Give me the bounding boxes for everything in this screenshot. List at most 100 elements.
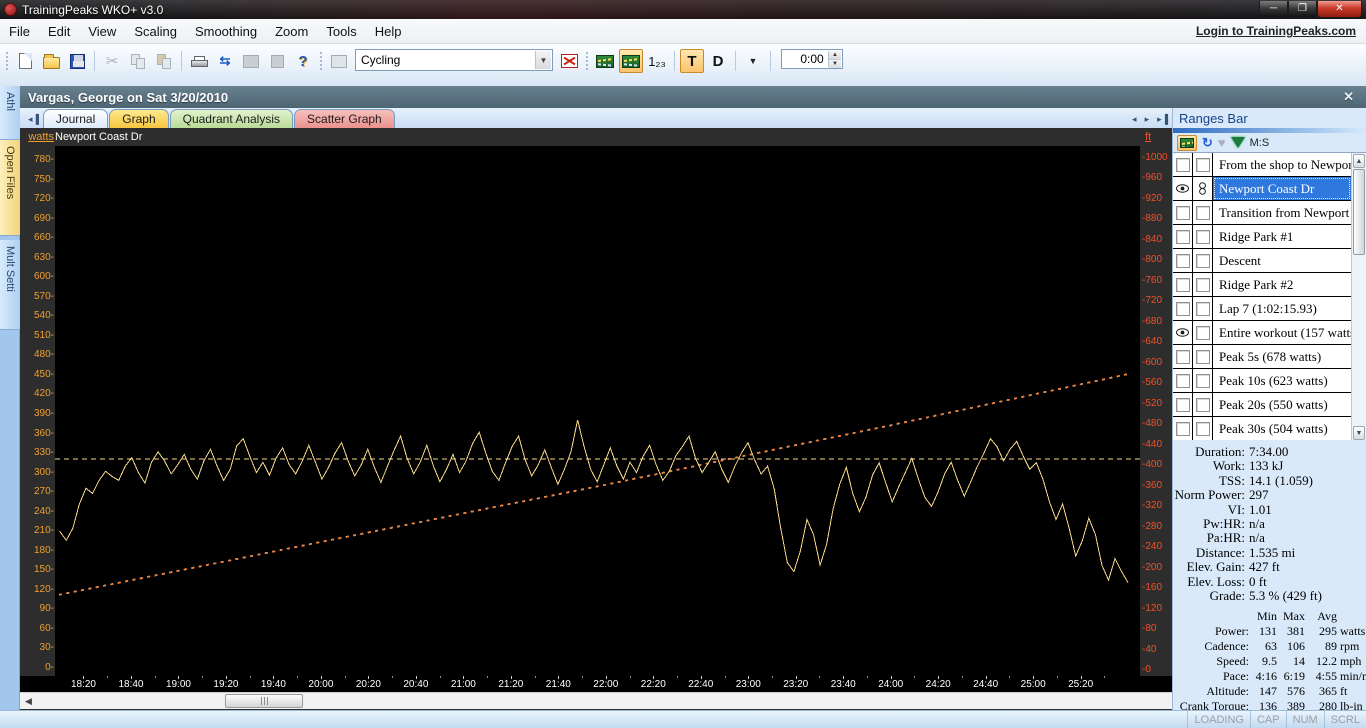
visibility-checkbox[interactable] <box>1175 277 1190 292</box>
scroll-up-arrow-icon[interactable]: ▲ <box>1353 154 1365 168</box>
document-close-button[interactable]: ✕ <box>1339 89 1358 105</box>
visibility-checkbox[interactable] <box>1175 205 1190 220</box>
heart-icon[interactable]: ♥ <box>1218 135 1226 150</box>
right-axis-title[interactable]: ft <box>1142 131 1172 143</box>
menu-edit[interactable]: Edit <box>39 21 79 42</box>
menu-help[interactable]: Help <box>366 21 411 42</box>
range-visible-cell[interactable] <box>1173 345 1193 368</box>
menu-zoom[interactable]: Zoom <box>266 21 317 42</box>
cut-button[interactable]: ✂ <box>100 49 124 73</box>
range-visible-cell[interactable] <box>1173 321 1193 344</box>
range-link-cell[interactable] <box>1193 153 1213 176</box>
link-checkbox[interactable] <box>1195 325 1210 340</box>
range-row[interactable]: Descent <box>1173 249 1351 273</box>
range-visible-cell[interactable] <box>1173 249 1193 272</box>
chart-plot-area[interactable] <box>55 146 1140 676</box>
range-link-cell[interactable] <box>1193 417 1213 440</box>
sidebar-tab-athl[interactable]: Athl <box>0 86 20 140</box>
graph-view-2-button[interactable] <box>619 49 643 73</box>
tab-journal[interactable]: Journal <box>42 109 109 128</box>
copy-button[interactable] <box>126 49 150 73</box>
tab-scroll-first-button[interactable]: ◂▐ <box>24 114 43 128</box>
maximize-button[interactable]: ❐ <box>1288 1 1317 18</box>
toolbar-grip[interactable] <box>4 50 9 72</box>
range-visible-cell[interactable] <box>1173 393 1193 416</box>
minimize-button[interactable]: ─ <box>1259 1 1288 18</box>
ranges-numbers-button[interactable]: 1₂₃ <box>645 49 669 73</box>
range-link-cell[interactable] <box>1193 225 1213 248</box>
range-visible-cell[interactable] <box>1173 201 1193 224</box>
sidebar-tab-mult-setti[interactable]: Mult Setti <box>0 240 20 330</box>
spinner-arrows[interactable]: ▲ ▼ <box>828 51 841 68</box>
refresh-icon[interactable]: ↻ <box>1202 135 1213 151</box>
range-link-cell[interactable] <box>1193 297 1213 320</box>
range-link-cell[interactable] <box>1193 345 1213 368</box>
range-row[interactable]: Peak 10s (623 watts) <box>1173 369 1351 393</box>
link-checkbox[interactable] <box>1195 229 1210 244</box>
chart-horizontal-scrollbar[interactable]: ◀ <box>20 692 1172 709</box>
range-row[interactable]: Entire workout (157 watts) <box>1173 321 1351 345</box>
delete-range-button[interactable] <box>557 49 581 73</box>
axis-options-dropdown[interactable]: ▼ <box>741 49 765 73</box>
ranges-graph-button[interactable] <box>1177 134 1197 151</box>
toolbar-grip[interactable] <box>584 50 589 72</box>
link-checkbox[interactable] <box>1195 421 1210 436</box>
range-visible-cell[interactable] <box>1173 417 1193 440</box>
range-link-cell[interactable] <box>1193 249 1213 272</box>
menu-tools[interactable]: Tools <box>317 21 365 42</box>
visibility-checkbox[interactable] <box>1175 349 1190 364</box>
scrollbar-thumb[interactable] <box>1353 169 1365 255</box>
visibility-checkbox[interactable] <box>1175 301 1190 316</box>
range-visible-cell[interactable] <box>1173 153 1193 176</box>
intervals-icon[interactable] <box>1230 137 1245 148</box>
range-link-cell[interactable] <box>1193 393 1213 416</box>
link-checkbox[interactable] <box>1195 349 1210 364</box>
range-link-cell[interactable] <box>1193 369 1213 392</box>
range-link-cell[interactable] <box>1193 201 1213 224</box>
range-link-cell[interactable] <box>1193 177 1213 200</box>
visibility-checkbox[interactable] <box>1175 421 1190 436</box>
distance-axis-button[interactable]: D <box>706 49 730 73</box>
range-visible-cell[interactable] <box>1173 177 1193 200</box>
link-checkbox[interactable] <box>1195 205 1210 220</box>
close-button[interactable]: ✕ <box>1317 1 1362 18</box>
menu-smoothing[interactable]: Smoothing <box>186 21 266 42</box>
visibility-checkbox[interactable] <box>1175 229 1190 244</box>
menu-scaling[interactable]: Scaling <box>125 21 186 42</box>
link-checkbox[interactable] <box>1195 253 1210 268</box>
link-checkbox[interactable] <box>1195 397 1210 412</box>
range-row[interactable]: From the shop to Newport <box>1173 153 1351 177</box>
login-link[interactable]: Login to TrainingPeaks.com <box>1196 24 1356 38</box>
tab-scroll-right-button[interactable]: ▸ <box>1141 114 1154 128</box>
tab-scroll-last-button[interactable]: ▸▐ <box>1153 114 1172 128</box>
range-visible-cell[interactable] <box>1173 297 1193 320</box>
range-row[interactable]: Peak 30s (504 watts) <box>1173 417 1351 440</box>
visibility-checkbox[interactable] <box>1175 397 1190 412</box>
tab-scatter-graph[interactable]: Scatter Graph <box>294 109 395 128</box>
range-row[interactable]: Newport Coast Dr <box>1173 177 1351 201</box>
sync-device-button[interactable]: ⇆ <box>213 49 237 73</box>
menu-view[interactable]: View <box>79 21 125 42</box>
left-axis-title[interactable]: watts <box>20 131 55 143</box>
range-visible-cell[interactable] <box>1173 273 1193 296</box>
range-row[interactable]: Peak 20s (550 watts) <box>1173 393 1351 417</box>
range-visible-cell[interactable] <box>1173 369 1193 392</box>
time-axis-button[interactable]: T <box>680 49 704 73</box>
tab-graph[interactable]: Graph <box>109 109 169 128</box>
sidebar-tab-open-files[interactable]: Open Files <box>0 140 20 236</box>
help-button[interactable]: ? <box>291 49 315 73</box>
range-row[interactable]: Ridge Park #1 <box>1173 225 1351 249</box>
visibility-checkbox[interactable] <box>1175 253 1190 268</box>
range-row[interactable]: Transition from Newport t <box>1173 201 1351 225</box>
range-visible-cell[interactable] <box>1173 225 1193 248</box>
tab-scroll-left-button[interactable]: ◂ <box>1128 114 1141 128</box>
save-button[interactable] <box>65 49 89 73</box>
sport-select[interactable]: Cycling ▼ <box>355 49 553 71</box>
range-row[interactable]: Ridge Park #2 <box>1173 273 1351 297</box>
chevron-down-icon[interactable]: ▼ <box>535 51 551 69</box>
print-button[interactable] <box>187 49 211 73</box>
range-row[interactable]: Lap 7 (1:02:15.93) <box>1173 297 1351 321</box>
toolbar-grip[interactable] <box>318 50 323 72</box>
tab-quadrant-analysis[interactable]: Quadrant Analysis <box>169 109 294 128</box>
range-link-cell[interactable] <box>1193 321 1213 344</box>
